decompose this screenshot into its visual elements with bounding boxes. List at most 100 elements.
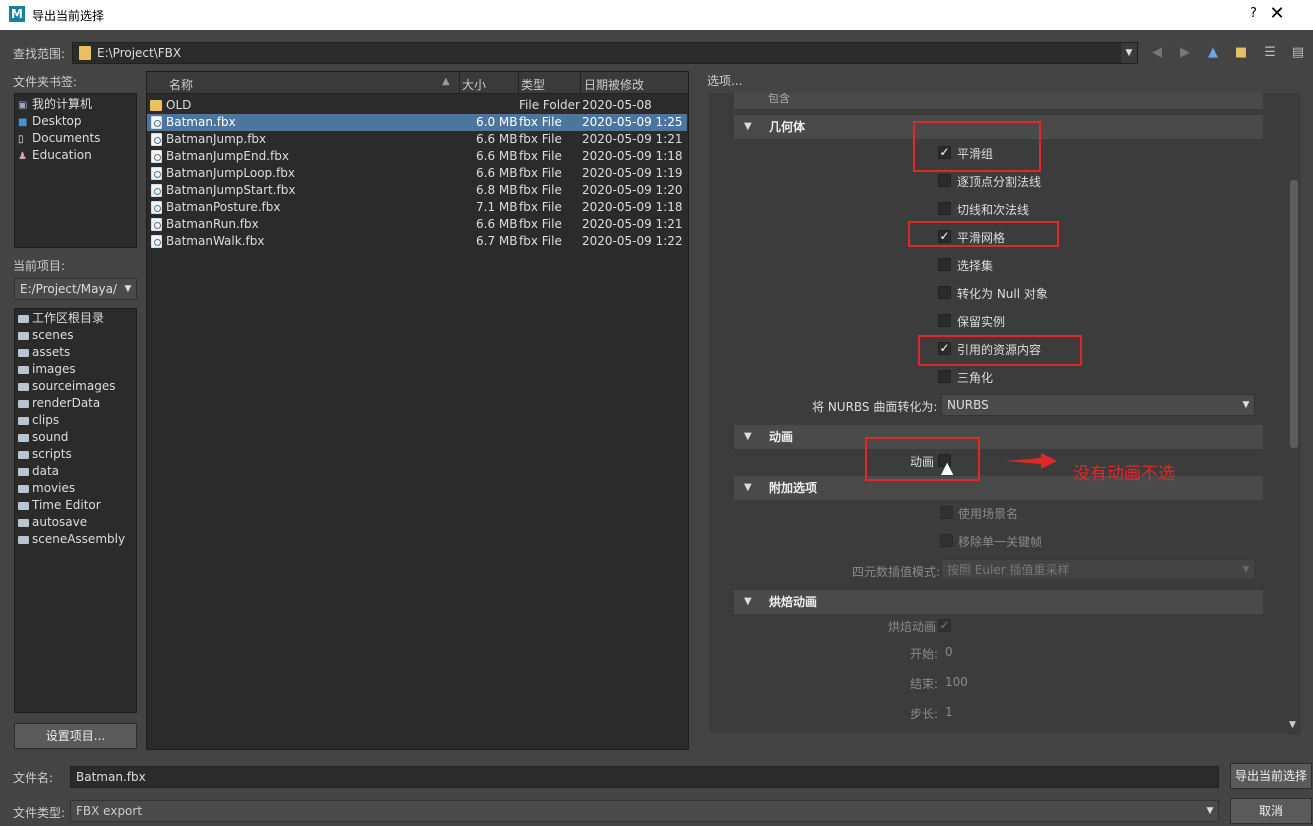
project-folder[interactable]: movies — [15, 480, 136, 497]
use-scene-name-checkbox[interactable] — [940, 506, 953, 519]
convert-null-checkbox[interactable] — [938, 286, 951, 299]
look-in-combo[interactable]: E:\Project\FBX ▼ — [72, 42, 1138, 64]
file-date: 2020-05-09 1:18 — [582, 149, 683, 163]
column-name[interactable]: 名称 — [169, 76, 193, 93]
file-size: 6.8 MB — [476, 183, 518, 197]
folder-label: data — [32, 464, 60, 478]
chevron-down-icon[interactable]: ▼ — [1238, 560, 1254, 579]
up-icon[interactable]: ▲ — [1204, 44, 1222, 62]
section-title: 附加选项 — [769, 481, 818, 495]
bake-animation-checkbox[interactable]: ✓ — [938, 619, 951, 632]
file-date: 2020-05-09 1:20 — [582, 183, 683, 197]
folder-label: sceneAssembly — [32, 532, 126, 546]
set-project-button[interactable]: 设置项目... — [14, 723, 137, 749]
section-bake-animation[interactable]: ▼ 烘焙动画 — [734, 590, 1263, 614]
education-icon: ♟ — [18, 151, 27, 162]
bake-end-value[interactable]: 100 — [945, 675, 968, 689]
documents-icon: ▯ — [18, 134, 24, 145]
filename-input[interactable]: Batman.fbx — [70, 766, 1219, 788]
folder-label: Time Editor — [32, 498, 101, 512]
list-view-icon[interactable]: ☰ — [1261, 44, 1279, 62]
export-selection-button[interactable]: 导出当前选择 — [1230, 763, 1312, 789]
selection-sets-checkbox[interactable] — [938, 258, 951, 271]
detail-view-icon[interactable]: ▤ — [1289, 44, 1307, 62]
file-type: fbx File — [519, 132, 562, 146]
new-folder-icon[interactable]: ■ — [1232, 44, 1250, 62]
file-row[interactable]: BatmanJumpEnd.fbx 6.6 MB fbx File 2020-0… — [147, 148, 687, 165]
project-folder[interactable]: assets — [15, 344, 136, 361]
help-button[interactable]: ? — [1250, 6, 1257, 21]
bake-start-value[interactable]: 0 — [945, 645, 953, 659]
annotation-box-smoothing-groups — [913, 121, 1041, 172]
column-size[interactable]: 大小 — [462, 76, 486, 93]
project-folder[interactable]: autosave — [15, 514, 136, 531]
scrollbar-thumb[interactable] — [1290, 180, 1298, 448]
chevron-down-icon[interactable]: ▼ — [1121, 43, 1137, 63]
bookmark-documents[interactable]: ▯ Documents — [15, 130, 136, 147]
project-folder[interactable]: 工作区根目录 — [15, 310, 136, 327]
remove-single-key-checkbox[interactable] — [940, 534, 953, 547]
section-extra-options[interactable]: ▼ 附加选项 — [734, 476, 1263, 500]
section-include-partial[interactable]: 包含 — [734, 93, 1263, 109]
file-row-folder[interactable]: OLD File Folder 2020-05-08 18:15 — [147, 97, 687, 129]
project-folder[interactable]: scripts — [15, 446, 136, 463]
chevron-down-icon[interactable]: ▼ — [1238, 395, 1254, 415]
file-type: fbx File — [519, 166, 562, 180]
project-folder[interactable]: clips — [15, 412, 136, 429]
fbx-file-icon — [151, 218, 162, 231]
column-date[interactable]: 日期被修改 — [584, 76, 644, 93]
file-row[interactable]: BatmanJumpLoop.fbx 6.6 MB fbx File 2020-… — [147, 165, 687, 182]
file-list[interactable]: 名称 ▲ 大小 类型 日期被修改 OLD File Folder 2020-05… — [146, 71, 689, 750]
file-row[interactable]: BatmanRun.fbx 6.6 MB fbx File 2020-05-09… — [147, 216, 687, 233]
close-button[interactable]: ✕ — [1266, 3, 1288, 24]
triangle-down-icon: ▼ — [744, 121, 752, 132]
file-row-selected[interactable]: Batman.fbx 6.0 MB fbx File 2020-05-09 1:… — [147, 114, 687, 131]
bookmark-education[interactable]: ♟ Education — [15, 147, 136, 164]
project-folder[interactable]: Time Editor — [15, 497, 136, 514]
options-scrollbar[interactable]: ▼ — [1288, 95, 1300, 735]
nurbs-combo[interactable]: NURBS ▼ — [941, 394, 1255, 416]
project-folder[interactable]: sourceimages — [15, 378, 136, 395]
folder-label: images — [32, 362, 76, 376]
project-path: E:/Project/Maya/ — [20, 282, 117, 296]
quaternion-mode-combo[interactable]: 按照 Euler 插值重采样 ▼ — [941, 559, 1255, 580]
section-animation[interactable]: ▼ 动画 — [734, 425, 1263, 449]
look-in-label: 查找范围: — [13, 47, 66, 61]
forward-icon[interactable]: ▶ — [1176, 44, 1194, 62]
project-folder[interactable]: data — [15, 463, 136, 480]
cancel-button[interactable]: 取消 — [1230, 798, 1312, 824]
project-folder[interactable]: renderData — [15, 395, 136, 412]
project-folder[interactable]: sound — [15, 429, 136, 446]
bake-step-value[interactable]: 1 — [945, 705, 953, 719]
project-folder[interactable]: scenes — [15, 327, 136, 344]
file-row[interactable]: BatmanWalk.fbx 6.7 MB fbx File 2020-05-0… — [147, 233, 687, 250]
file-row[interactable]: BatmanJump.fbx 6.6 MB fbx File 2020-05-0… — [147, 131, 687, 148]
maya-logo-icon: M — [9, 6, 25, 22]
folder-icon — [18, 417, 29, 425]
nurbs-label: 将 NURBS 曲面转化为: — [812, 400, 938, 414]
bookmark-desktop[interactable]: ■ Desktop — [15, 113, 136, 130]
project-folder[interactable]: images — [15, 361, 136, 378]
bookmark-my-computer[interactable]: ▣ 我的计算机 — [15, 96, 136, 113]
chevron-down-icon[interactable]: ▼ — [1202, 801, 1218, 821]
bookmarks-panel: ▣ 我的计算机 ■ Desktop ▯ Documents ♟ Education — [14, 93, 137, 248]
filetype-combo[interactable]: FBX export ▼ — [70, 800, 1219, 822]
file-row[interactable]: BatmanPosture.fbx 7.1 MB fbx File 2020-0… — [147, 199, 687, 216]
file-type: fbx File — [519, 115, 562, 129]
chevron-down-icon[interactable]: ▼ — [120, 279, 136, 299]
selection-sets-label: 选择集 — [957, 259, 994, 273]
fbx-file-icon — [151, 184, 162, 197]
back-icon[interactable]: ◀ — [1148, 44, 1166, 62]
folder-label: sound — [32, 430, 69, 444]
project-combo[interactable]: E:/Project/Maya/ ▼ — [14, 278, 137, 300]
folder-label: 工作区根目录 — [32, 311, 105, 325]
project-folder[interactable]: sceneAssembly — [15, 531, 136, 548]
preserve-instances-checkbox[interactable] — [938, 314, 951, 327]
triangulate-checkbox[interactable] — [938, 370, 951, 383]
bookmark-label: Documents — [32, 131, 101, 145]
file-row[interactable]: BatmanJumpStart.fbx 6.8 MB fbx File 2020… — [147, 182, 687, 199]
split-normals-checkbox[interactable] — [938, 174, 951, 187]
column-type[interactable]: 类型 — [521, 76, 545, 93]
tangents-checkbox[interactable] — [938, 202, 951, 215]
scroll-down-icon[interactable]: ▼ — [1289, 720, 1296, 730]
